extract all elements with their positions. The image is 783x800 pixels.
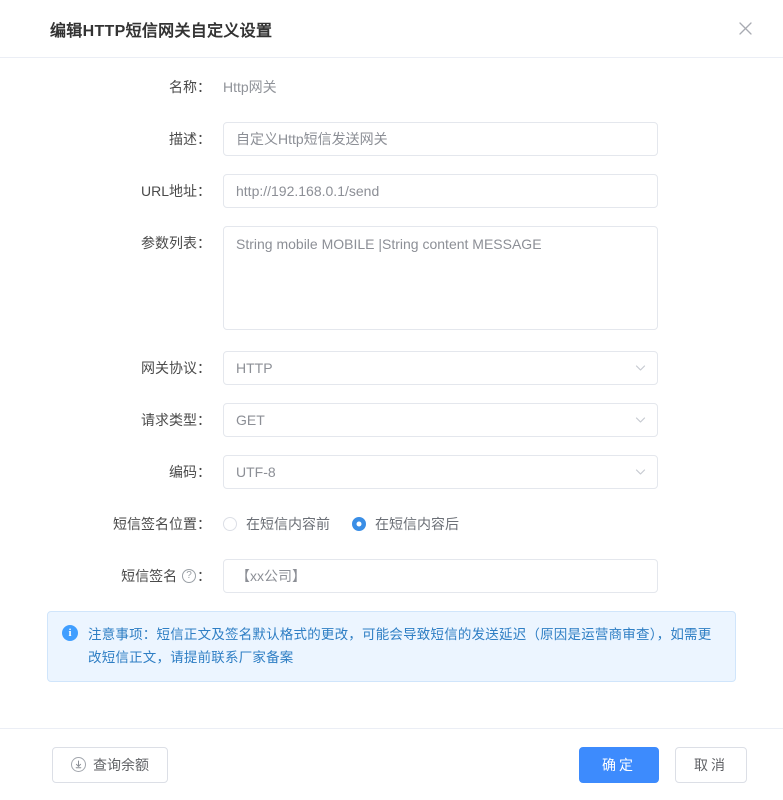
description-field-wrap <box>223 122 658 156</box>
download-circle-icon <box>71 757 86 772</box>
info-icon: i <box>62 625 78 641</box>
cancel-button[interactable]: 取消 <box>675 746 747 783</box>
url-input[interactable] <box>223 174 658 208</box>
url-label: URL地址： <box>140 183 211 199</box>
form-row-protocol: 网关协议： <box>0 351 783 385</box>
name-label: 名称： <box>169 79 211 95</box>
signature-position-radio-group: 在短信内容前 在短信内容后 <box>223 507 658 541</box>
encoding-label: 编码： <box>169 464 211 480</box>
protocol-select[interactable] <box>223 351 658 385</box>
confirm-button[interactable]: 确定 <box>579 746 659 783</box>
radio-signature-after[interactable]: 在短信内容后 <box>352 514 459 534</box>
name-value: Http网关 <box>223 79 277 95</box>
description-label: 描述： <box>169 131 211 147</box>
encoding-field-wrap <box>223 455 658 489</box>
url-field-wrap <box>223 174 658 208</box>
form-row-encoding: 编码： <box>0 455 783 489</box>
encoding-select-value[interactable] <box>223 455 658 489</box>
signature-label: 短信签名 ?： <box>0 559 223 593</box>
radio-signature-before-label: 在短信内容前 <box>246 516 330 532</box>
dialog-footer: 查询余额 确定 取消 <box>0 728 783 800</box>
signature-input[interactable] <box>223 559 658 593</box>
form-row-signature: 短信签名 ?： <box>0 559 783 593</box>
edit-http-sms-gateway-dialog: 编辑HTTP短信网关自定义设置 名称： Http网关 描述： URL地址： <box>0 0 783 800</box>
request-type-field-wrap <box>223 403 658 437</box>
query-balance-button[interactable]: 查询余额 <box>52 746 168 783</box>
form-row-description: 描述： <box>0 122 783 156</box>
page-title: 编辑HTTP短信网关自定义设置 <box>50 22 273 40</box>
request-type-select-value[interactable] <box>223 403 658 437</box>
radio-signature-after-label: 在短信内容后 <box>375 516 459 532</box>
notice-alert-text: 注意事项：短信正文及签名默认格式的更改，可能会导致短信的发送延迟（原因是运营商审… <box>88 627 712 665</box>
signature-label-text: 短信签名 <box>121 568 181 584</box>
close-icon[interactable] <box>733 17 757 41</box>
form-row-params: 参数列表： String mobile MOBILE |String conte… <box>0 226 783 333</box>
name-value-wrap: Http网关 <box>223 70 658 104</box>
query-balance-label: 查询余额 <box>93 756 149 773</box>
protocol-label: 网关协议： <box>141 360 211 376</box>
radio-unchecked-icon <box>223 517 237 531</box>
request-type-label: 请求类型： <box>141 412 211 428</box>
radio-signature-before[interactable]: 在短信内容前 <box>223 514 330 534</box>
params-field-wrap: String mobile MOBILE |String content MES… <box>223 226 658 333</box>
signature-position-label: 短信签名位置： <box>113 516 211 532</box>
protocol-field-wrap <box>223 351 658 385</box>
signature-label-colon: ： <box>197 568 211 584</box>
dialog-body: 名称： Http网关 描述： URL地址： 参数列表： String mobil… <box>0 58 783 728</box>
signature-position-field-wrap: 在短信内容前 在短信内容后 <box>223 507 658 541</box>
form-row-url: URL地址： <box>0 174 783 208</box>
footer-actions: 确定 取消 <box>579 746 747 783</box>
dialog-header: 编辑HTTP短信网关自定义设置 <box>0 0 783 58</box>
request-type-select[interactable] <box>223 403 658 437</box>
description-input[interactable] <box>223 122 658 156</box>
params-textarea[interactable]: String mobile MOBILE |String content MES… <box>223 226 658 330</box>
radio-checked-icon <box>352 517 366 531</box>
notice-alert: i 注意事项：短信正文及签名默认格式的更改，可能会导致短信的发送延迟（原因是运营… <box>47 611 736 682</box>
protocol-select-value[interactable] <box>223 351 658 385</box>
help-icon[interactable]: ? <box>182 569 196 584</box>
form-row-signature-position: 短信签名位置： 在短信内容前 在短信内容后 <box>0 507 783 541</box>
encoding-select[interactable] <box>223 455 658 489</box>
signature-field-wrap <box>223 559 658 593</box>
form-row-name: 名称： Http网关 <box>0 70 783 104</box>
params-label: 参数列表： <box>141 235 211 251</box>
form-row-request-type: 请求类型： <box>0 403 783 437</box>
